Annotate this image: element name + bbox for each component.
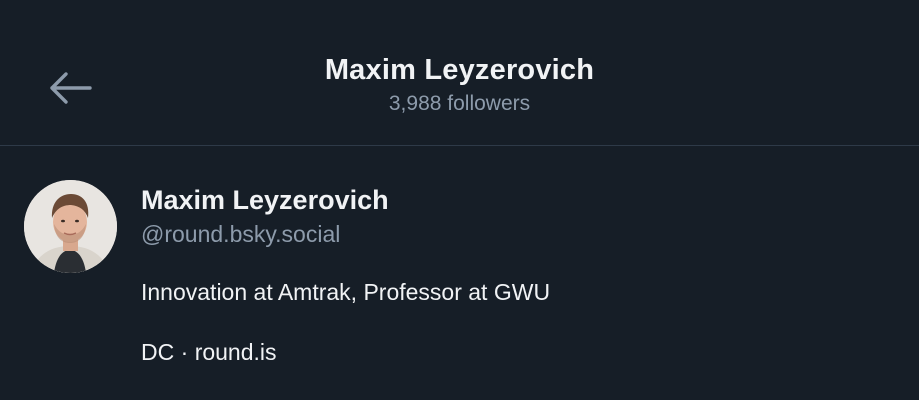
profile-card[interactable]: Maxim Leyzerovich @round.bsky.social Inn… (0, 146, 919, 399)
avatar-image (24, 180, 117, 273)
follower-count[interactable]: 3,988 followers (0, 89, 919, 119)
meta-separator: · (174, 339, 195, 365)
profile-header: Maxim Leyzerovich 3,988 followers (0, 0, 919, 146)
avatar[interactable] (24, 180, 117, 273)
header-titles: Maxim Leyzerovich 3,988 followers (0, 52, 919, 119)
profile-handle[interactable]: @round.bsky.social (141, 218, 340, 250)
profile-name[interactable]: Maxim Leyzerovich (141, 183, 389, 217)
profile-website-link[interactable]: round.is (195, 339, 277, 365)
profile-meta: DC · round.is (141, 336, 277, 368)
profile-bio: Innovation at Amtrak, Professor at GWU (141, 279, 551, 305)
page-title: Maxim Leyzerovich (324, 54, 595, 86)
profile-location: DC (141, 339, 175, 365)
